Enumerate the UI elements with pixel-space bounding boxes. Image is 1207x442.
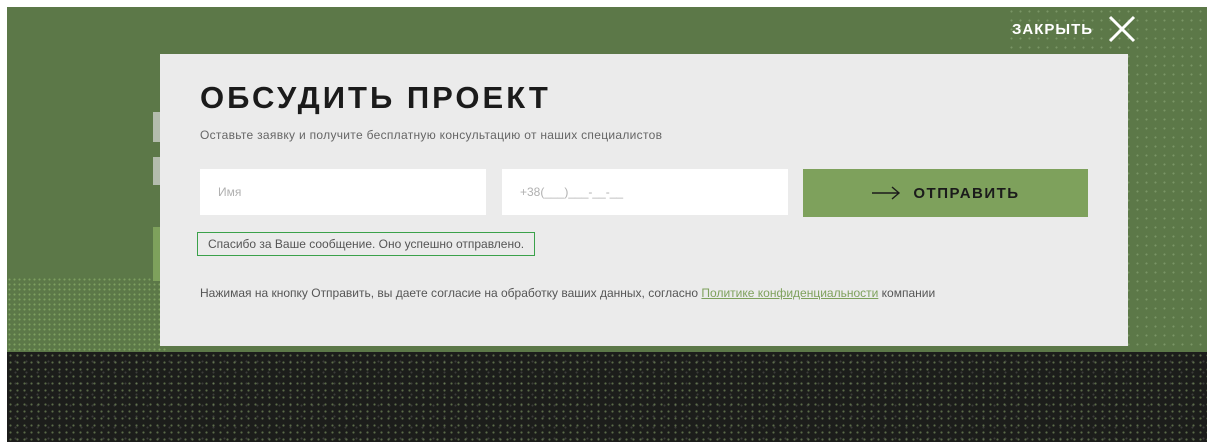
phone-input[interactable] <box>502 169 788 215</box>
close-icon[interactable] <box>1107 14 1137 44</box>
arrow-right-icon <box>872 186 901 200</box>
consent-text-before: Нажимая на кнопку Отправить, вы даете со… <box>200 286 702 300</box>
background-dark-section <box>7 352 1207 442</box>
background-dot-wave <box>7 277 167 352</box>
close-label: ЗАКРЫТЬ <box>1012 20 1094 38</box>
close-button[interactable]: ЗАКРЫТЬ <box>1012 14 1137 44</box>
discuss-project-modal: ОБСУДИТЬ ПРОЕКТ Оставьте заявку и получи… <box>160 54 1128 346</box>
privacy-policy-link[interactable]: Политике конфиденциальности <box>701 286 878 300</box>
submit-label: ОТПРАВИТЬ <box>913 184 1020 202</box>
modal-title: ОБСУДИТЬ ПРОЕКТ <box>200 80 551 115</box>
consent-text-after: компании <box>878 286 936 300</box>
name-input[interactable] <box>200 169 486 215</box>
modal-subtitle: Оставьте заявку и получите бесплатную ко… <box>200 128 663 142</box>
submit-button[interactable]: ОТПРАВИТЬ <box>803 169 1088 217</box>
consent-text: Нажимая на кнопку Отправить, вы даете со… <box>200 285 1060 302</box>
success-message: Спасибо за Ваше сообщение. Оно успешно о… <box>197 232 536 256</box>
